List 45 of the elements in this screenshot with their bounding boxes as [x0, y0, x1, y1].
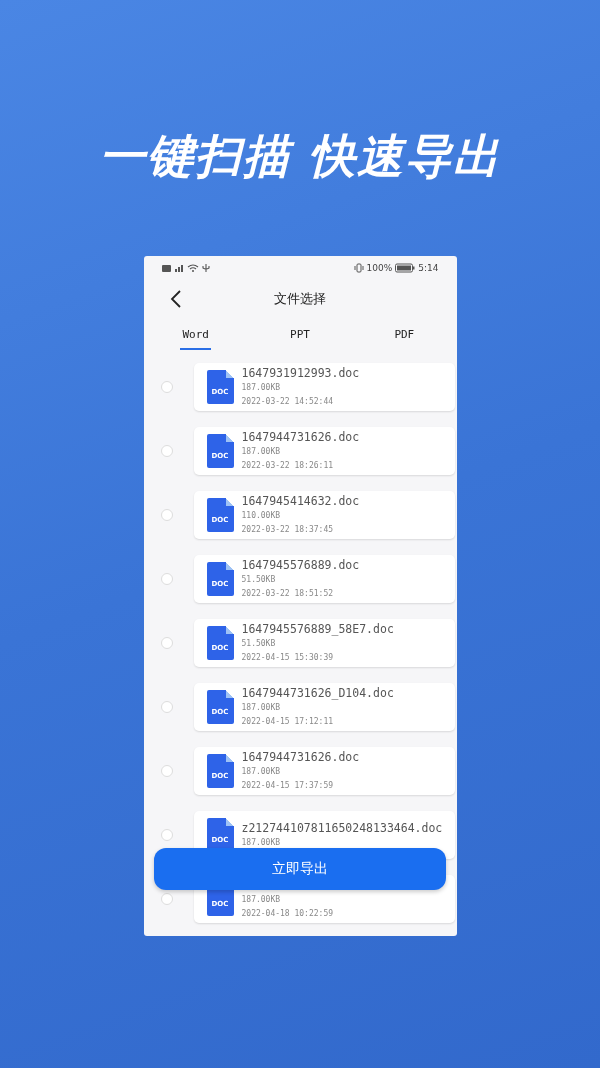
file-date: 2022-04-15 17:37:59: [241, 780, 334, 792]
file-name: 1647931912993.doc: [241, 365, 360, 381]
radio-button[interactable]: [160, 893, 173, 905]
radio-button[interactable]: [160, 509, 173, 521]
tab[interactable]: PDF: [392, 320, 417, 350]
file-date: 2022-04-15 17:12:11: [241, 716, 334, 728]
back-icon[interactable]: [169, 289, 182, 309]
file-date: 2022-04-15 15:30:39: [241, 652, 334, 664]
vibrate-icon: [353, 263, 364, 273]
file-date: 2022-03-22 18:26:11: [241, 460, 334, 472]
file-date: 2022-03-22 18:37:45: [241, 524, 334, 536]
radio-button[interactable]: [160, 765, 173, 777]
screen-title: 文件选择: [274, 290, 326, 308]
battery-percent: 100%: [366, 263, 393, 273]
file-name: z212744107811650248133464.doc: [241, 820, 443, 836]
radio-button[interactable]: [160, 381, 173, 393]
tab[interactable]: Word: [180, 320, 211, 350]
tab[interactable]: PPT: [288, 320, 312, 350]
file-name: 1647944731626_D104.doc: [241, 685, 394, 701]
radio-button[interactable]: [160, 637, 173, 649]
battery-icon: [395, 263, 416, 273]
file-size: 187.00KB: [241, 382, 282, 394]
file-date: 2022-03-22 14:52:44: [241, 396, 334, 408]
file-size: 187.00KB: [241, 766, 282, 778]
file-name: 1647945576889.doc: [241, 557, 360, 573]
headline: 一键扫描 快速导出: [99, 128, 501, 184]
file-date: 2022-03-22 18:51:52: [241, 588, 334, 600]
file-size: 187.00KB: [241, 702, 282, 714]
file-size: 110.00KB: [241, 510, 282, 522]
file-date: 2022-04-18 10:22:59: [241, 908, 333, 920]
clock-time: 5:14: [418, 263, 439, 273]
file-size: 51.50KB: [241, 574, 277, 586]
radio-button[interactable]: [160, 701, 173, 713]
file-size: 187.00KB: [241, 894, 282, 906]
file-size: 51.50KB: [241, 638, 277, 650]
file-name: 1647945414632.doc: [241, 493, 360, 509]
file-name: 1647944731626.doc: [241, 429, 360, 445]
floating-export-button[interactable]: 立即导出: [153, 848, 446, 890]
radio-button[interactable]: [160, 445, 173, 457]
file-size: 187.00KB: [241, 446, 282, 458]
file-size: 187.00KB: [241, 837, 282, 849]
file-name: 1647944731626.doc: [241, 749, 360, 765]
radio-button[interactable]: [160, 829, 173, 841]
file-name: 1647945576889_58E7.doc: [241, 621, 394, 637]
radio-button[interactable]: [160, 573, 173, 585]
